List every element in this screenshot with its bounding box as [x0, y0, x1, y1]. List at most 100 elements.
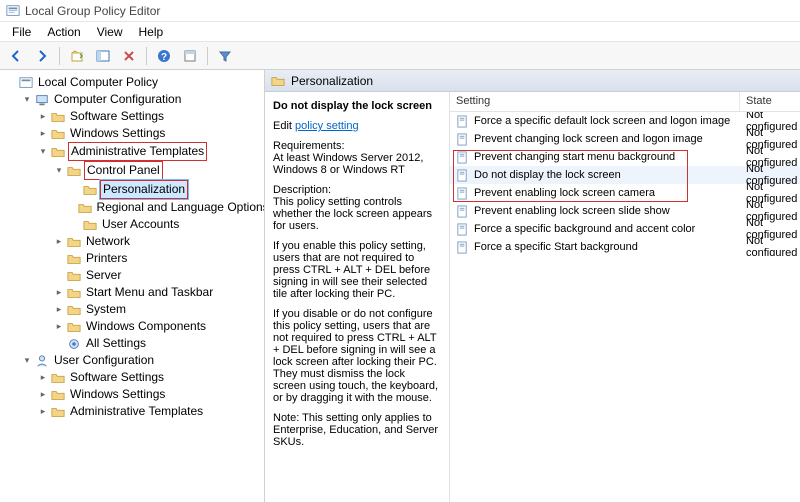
policy-name: Force a specific Start background: [474, 241, 638, 253]
folder-icon: [67, 164, 81, 178]
edit-prefix: Edit: [273, 120, 295, 132]
tree-windows-settings[interactable]: ▸ Windows Settings: [36, 125, 262, 142]
help-button[interactable]: ?: [152, 45, 176, 67]
tree-system[interactable]: ▸ System: [52, 301, 262, 318]
tree-printers[interactable]: ▸Printers: [52, 250, 262, 267]
description-text-4: Note: This setting only applies to Enter…: [273, 412, 441, 448]
tree-all-settings[interactable]: ▸All Settings: [52, 335, 262, 352]
menu-help[interactable]: Help: [131, 23, 172, 41]
policy-icon: [456, 241, 469, 254]
policy-rows: Force a specific default lock screen and…: [450, 112, 800, 256]
tree-u-admin[interactable]: ▸Administrative Templates: [36, 403, 262, 420]
tree-label: Local Computer Policy: [36, 74, 160, 91]
filter-button[interactable]: [213, 45, 237, 67]
tree-label: User Accounts: [100, 216, 181, 233]
tree-label: System: [84, 301, 128, 318]
tree-label: Control Panel: [84, 161, 163, 180]
description-label: Description:: [273, 184, 331, 196]
tree-server[interactable]: ▸Server: [52, 267, 262, 284]
twisty-icon[interactable]: ▾: [22, 95, 32, 105]
policy-name: Force a specific background and accent c…: [474, 223, 695, 235]
up-button[interactable]: [65, 45, 89, 67]
tree-root[interactable]: ▸ Local Computer Policy: [4, 74, 262, 91]
folder-icon: [51, 371, 65, 385]
policy-root-icon: [19, 76, 33, 90]
menubar: File Action View Help: [0, 22, 800, 42]
twisty-icon[interactable]: ▸: [38, 407, 48, 417]
policy-name: Prevent changing lock screen and logon i…: [474, 133, 703, 145]
tree-label: Administrative Templates: [68, 142, 207, 161]
properties-button[interactable]: [178, 45, 202, 67]
menu-action[interactable]: Action: [39, 23, 88, 41]
tree-control-panel[interactable]: ▾ Control Panel: [52, 161, 262, 180]
twisty-icon[interactable]: ▸: [54, 237, 64, 247]
twisty-icon[interactable]: ▾: [22, 356, 32, 366]
delete-button[interactable]: [117, 45, 141, 67]
detail-area: Personalization Do not display the lock …: [265, 70, 800, 502]
tree-u-software[interactable]: ▸ Software Settings: [36, 369, 262, 386]
titlebar: Local Group Policy Editor: [0, 0, 800, 22]
twisty-icon[interactable]: ▾: [54, 166, 64, 176]
tree-label: Windows Components: [84, 318, 208, 335]
twisty-icon[interactable]: ▸: [38, 390, 48, 400]
tree-network[interactable]: ▸Network: [52, 233, 262, 250]
selected-policy-title: Do not display the lock screen: [273, 100, 432, 112]
tree-software-settings[interactable]: ▸Software Settings: [36, 108, 262, 125]
twisty-icon[interactable]: ▸: [38, 129, 48, 139]
folder-icon: [67, 320, 81, 334]
tree-regional[interactable]: ▸Regional and Language Options: [68, 199, 262, 216]
policy-row[interactable]: Force a specific Start backgroundNot con…: [450, 238, 800, 256]
twisty-icon[interactable]: ▸: [54, 288, 64, 298]
folder-icon: [51, 405, 65, 419]
back-button[interactable]: [4, 45, 28, 67]
navigation-tree[interactable]: ▸ Local Computer Policy ▾ Computer Confi…: [0, 70, 265, 502]
tree-u-windows[interactable]: ▸ Windows Settings: [36, 386, 262, 403]
twisty-icon[interactable]: ▾: [38, 147, 48, 157]
folder-icon: [67, 235, 81, 249]
description-text-3: If you disable or do not configure this …: [273, 308, 441, 404]
description-text-2: If you enable this policy setting, users…: [273, 240, 441, 300]
policy-icon: [456, 133, 469, 146]
detail-header-title: Personalization: [291, 74, 373, 88]
folder-icon: [78, 201, 92, 215]
show-hide-tree-button[interactable]: [91, 45, 115, 67]
forward-button[interactable]: [30, 45, 54, 67]
twisty-icon[interactable]: ▸: [38, 373, 48, 383]
tree-label: Windows Settings: [68, 125, 167, 142]
twisty-icon[interactable]: ▸: [54, 305, 64, 315]
tree-computer-configuration[interactable]: ▾ Computer Configuration: [20, 91, 262, 108]
twisty-icon[interactable]: ▸: [54, 322, 64, 332]
edit-policy-link[interactable]: policy setting: [295, 120, 359, 132]
tree-label: Printers: [84, 250, 129, 267]
tree-user-configuration[interactable]: ▾ User Configuration: [20, 352, 262, 369]
folder-icon: [51, 388, 65, 402]
user-icon: [35, 354, 49, 368]
menu-file[interactable]: File: [4, 23, 39, 41]
column-setting[interactable]: Setting: [450, 92, 740, 111]
settings-icon: [67, 337, 81, 351]
twisty-icon[interactable]: ▸: [38, 112, 48, 122]
folder-icon: [83, 183, 97, 197]
folder-icon: [67, 286, 81, 300]
menu-view[interactable]: View: [89, 23, 131, 41]
tree-label: Start Menu and Taskbar: [84, 284, 215, 301]
tree-personalization[interactable]: ▸Personalization: [68, 180, 262, 199]
folder-icon: [271, 74, 285, 88]
tree-windows-components[interactable]: ▸ Windows Components: [52, 318, 262, 335]
detail-header: Personalization: [265, 70, 800, 92]
tree-label: Regional and Language Options: [95, 199, 265, 216]
toolbar: ?: [0, 42, 800, 70]
requirements-text: At least Windows Server 2012, Windows 8 …: [273, 152, 423, 176]
tree-admin-templates[interactable]: ▾ Administrative Templates: [36, 142, 262, 161]
tree-label: Software Settings: [68, 369, 166, 386]
window-title: Local Group Policy Editor: [25, 4, 160, 18]
tree-label: Windows Settings: [68, 386, 167, 403]
folder-icon: [67, 269, 81, 283]
tree-start-menu[interactable]: ▸ Start Menu and Taskbar: [52, 284, 262, 301]
policy-icon: [456, 115, 469, 128]
column-state[interactable]: State: [740, 92, 800, 111]
tree-label: User Configuration: [52, 352, 156, 369]
policy-list-panel: Setting State Force a specific default l…: [450, 92, 800, 502]
folder-icon: [67, 303, 81, 317]
tree-user-accounts[interactable]: ▸User Accounts: [68, 216, 262, 233]
